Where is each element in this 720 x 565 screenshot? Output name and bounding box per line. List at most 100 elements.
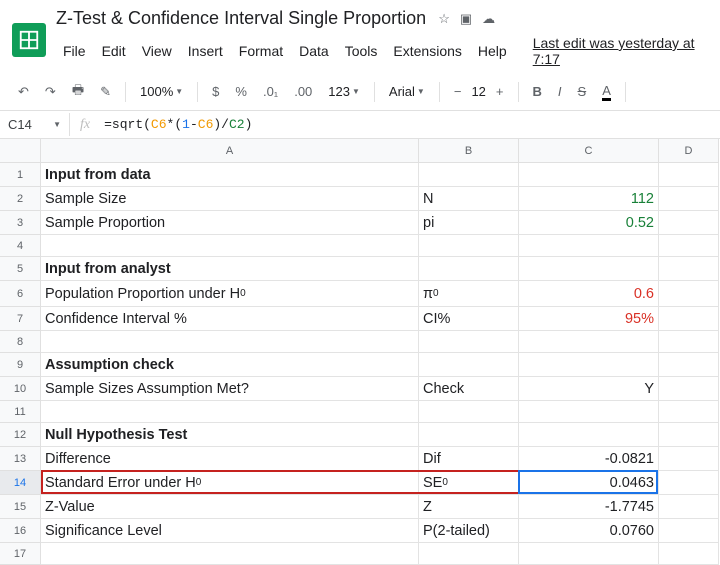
cell-A13[interactable]: Difference: [41, 447, 419, 471]
cell-D12[interactable]: [659, 423, 719, 447]
cell-B6[interactable]: π0: [419, 281, 519, 307]
cell-C8[interactable]: [519, 331, 659, 353]
cell-D3[interactable]: [659, 211, 719, 235]
zoom-dropdown[interactable]: 100%▼: [134, 80, 189, 103]
number-format-dropdown[interactable]: 123▼: [322, 80, 366, 103]
menu-tools[interactable]: Tools: [338, 39, 385, 63]
cell-C6[interactable]: 0.6: [519, 281, 659, 307]
cell-A10[interactable]: Sample Sizes Assumption Met?: [41, 377, 419, 401]
col-header-D[interactable]: D: [659, 139, 719, 163]
cell-C17[interactable]: [519, 543, 659, 565]
col-header-B[interactable]: B: [419, 139, 519, 163]
cell-C9[interactable]: [519, 353, 659, 377]
row-header-11[interactable]: 11: [0, 401, 41, 423]
cell-A3[interactable]: Sample Proportion: [41, 211, 419, 235]
last-edit-link[interactable]: Last edit was yesterday at 7:17: [526, 31, 708, 71]
cell-C15[interactable]: -1.7745: [519, 495, 659, 519]
cell-D15[interactable]: [659, 495, 719, 519]
cell-D7[interactable]: [659, 307, 719, 331]
decrease-decimal-button[interactable]: .0₁: [257, 80, 284, 103]
cell-D16[interactable]: [659, 519, 719, 543]
sheets-logo[interactable]: [12, 23, 46, 57]
document-title[interactable]: Z-Test & Confidence Interval Single Prop…: [56, 8, 426, 29]
cell-C4[interactable]: [519, 235, 659, 257]
cell-D10[interactable]: [659, 377, 719, 401]
cell-A17[interactable]: [41, 543, 419, 565]
cell-D2[interactable]: [659, 187, 719, 211]
cell-B17[interactable]: [419, 543, 519, 565]
cell-B2[interactable]: N: [419, 187, 519, 211]
cell-A4[interactable]: [41, 235, 419, 257]
cell-C2[interactable]: 112: [519, 187, 659, 211]
cell-A8[interactable]: [41, 331, 419, 353]
cell-C16[interactable]: 0.0760: [519, 519, 659, 543]
cell-A6[interactable]: Population Proportion under H0: [41, 281, 419, 307]
cell-B15[interactable]: Z: [419, 495, 519, 519]
percent-button[interactable]: %: [229, 80, 253, 103]
cell-A1[interactable]: Input from data: [41, 163, 419, 187]
cell-D4[interactable]: [659, 235, 719, 257]
row-header-5[interactable]: 5: [0, 257, 41, 281]
cell-C3[interactable]: 0.52: [519, 211, 659, 235]
cell-D1[interactable]: [659, 163, 719, 187]
cell-D13[interactable]: [659, 447, 719, 471]
increase-decimal-button[interactable]: .00: [288, 80, 318, 103]
menu-insert[interactable]: Insert: [181, 39, 230, 63]
print-button[interactable]: 🖶: [66, 77, 90, 107]
col-header-A[interactable]: A: [41, 139, 419, 163]
menu-format[interactable]: Format: [232, 39, 290, 63]
row-header-6[interactable]: 6: [0, 281, 41, 307]
row-header-15[interactable]: 15: [0, 495, 41, 519]
undo-button[interactable]: ↶: [12, 80, 35, 104]
cell-D14[interactable]: [659, 471, 719, 495]
cell-B4[interactable]: [419, 235, 519, 257]
cell-D8[interactable]: [659, 331, 719, 353]
formula-input[interactable]: =sqrt(C6*(1-C6)/C2): [100, 113, 256, 136]
text-color-button[interactable]: A: [596, 79, 617, 105]
row-header-8[interactable]: 8: [0, 331, 41, 353]
cell-D17[interactable]: [659, 543, 719, 565]
cell-A15[interactable]: Z-Value: [41, 495, 419, 519]
cell-A9[interactable]: Assumption check: [41, 353, 419, 377]
cell-A14[interactable]: Standard Error under H0: [41, 471, 419, 495]
row-header-14[interactable]: 14: [0, 471, 41, 495]
fontsize-increase[interactable]: +: [490, 80, 510, 103]
name-box[interactable]: C14▼: [0, 113, 70, 136]
fontsize-decrease[interactable]: −: [448, 80, 468, 103]
cell-B8[interactable]: [419, 331, 519, 353]
cell-C5[interactable]: [519, 257, 659, 281]
cell-A16[interactable]: Significance Level: [41, 519, 419, 543]
cell-C10[interactable]: Y: [519, 377, 659, 401]
cell-B5[interactable]: [419, 257, 519, 281]
row-header-3[interactable]: 3: [0, 211, 41, 235]
menu-edit[interactable]: Edit: [95, 39, 133, 63]
cell-B1[interactable]: [419, 163, 519, 187]
row-header-13[interactable]: 13: [0, 447, 41, 471]
cell-D5[interactable]: [659, 257, 719, 281]
row-header-7[interactable]: 7: [0, 307, 41, 331]
cell-B12[interactable]: [419, 423, 519, 447]
cell-B7[interactable]: CI%: [419, 307, 519, 331]
redo-button[interactable]: ↷: [39, 80, 62, 104]
cell-C13[interactable]: -0.0821: [519, 447, 659, 471]
bold-button[interactable]: B: [527, 80, 548, 103]
fx-icon[interactable]: fx: [70, 117, 100, 133]
cell-B9[interactable]: [419, 353, 519, 377]
cell-B11[interactable]: [419, 401, 519, 423]
cell-B14[interactable]: SE0: [419, 471, 519, 495]
cell-A12[interactable]: Null Hypothesis Test: [41, 423, 419, 447]
menu-view[interactable]: View: [135, 39, 179, 63]
paint-format-button[interactable]: ✎: [94, 80, 117, 104]
row-header-4[interactable]: 4: [0, 235, 41, 257]
cell-B3[interactable]: pi: [419, 211, 519, 235]
fontsize-value[interactable]: 12: [471, 84, 485, 99]
row-header-12[interactable]: 12: [0, 423, 41, 447]
col-header-C[interactable]: C: [519, 139, 659, 163]
row-header-1[interactable]: 1: [0, 163, 41, 187]
cell-A11[interactable]: [41, 401, 419, 423]
font-dropdown[interactable]: Arial▼: [383, 80, 431, 103]
menu-extensions[interactable]: Extensions: [386, 39, 468, 63]
cell-A7[interactable]: Confidence Interval %: [41, 307, 419, 331]
cell-D9[interactable]: [659, 353, 719, 377]
cell-C14[interactable]: 0.0463: [519, 471, 659, 495]
